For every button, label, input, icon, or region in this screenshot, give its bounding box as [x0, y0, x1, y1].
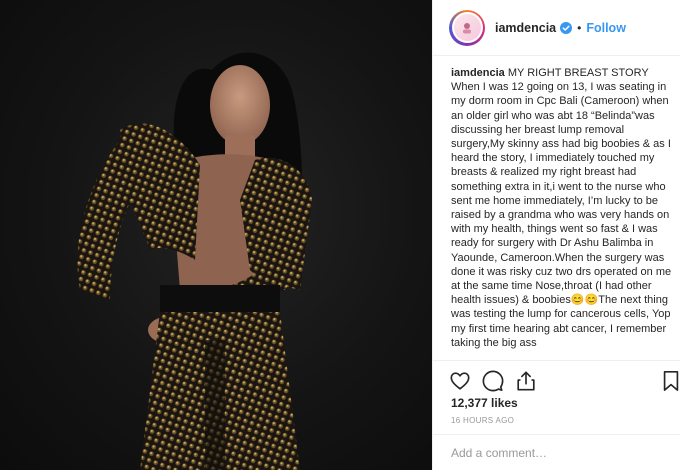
caption-text: MY RIGHT BREAST STORY When I was 12 goin…: [451, 67, 672, 349]
post-header: iamdencia • Follow: [433, 0, 680, 56]
follow-button[interactable]: Follow: [586, 21, 626, 35]
post-caption: iamdencia MY RIGHT BREAST STORY When I w…: [451, 66, 679, 360]
avatar[interactable]: [449, 9, 485, 46]
likes-count[interactable]: 12,377 likes: [451, 396, 518, 410]
post-panel: iamdencia • Follow iamdencia MY RIGHT BR…: [432, 0, 680, 470]
avatar-image: [453, 14, 481, 41]
username-link[interactable]: iamdencia: [495, 21, 556, 35]
comment-bubble-icon[interactable]: [482, 370, 504, 392]
post-photo[interactable]: [0, 0, 432, 470]
share-arrow-icon[interactable]: [515, 370, 537, 392]
heart-icon[interactable]: [449, 370, 471, 392]
comment-bar: [433, 434, 680, 470]
post-photo-illustration: [77, 52, 312, 470]
action-bar: [433, 360, 680, 398]
separator-dot: •: [577, 20, 582, 35]
caption-username[interactable]: iamdencia: [451, 67, 505, 79]
bookmark-icon[interactable]: [661, 370, 680, 392]
comment-input[interactable]: [451, 445, 651, 460]
post-timestamp[interactable]: 16 HOURS AGO: [451, 416, 514, 425]
avatar-figure-icon: [463, 22, 471, 33]
verified-badge-icon: [560, 21, 573, 34]
